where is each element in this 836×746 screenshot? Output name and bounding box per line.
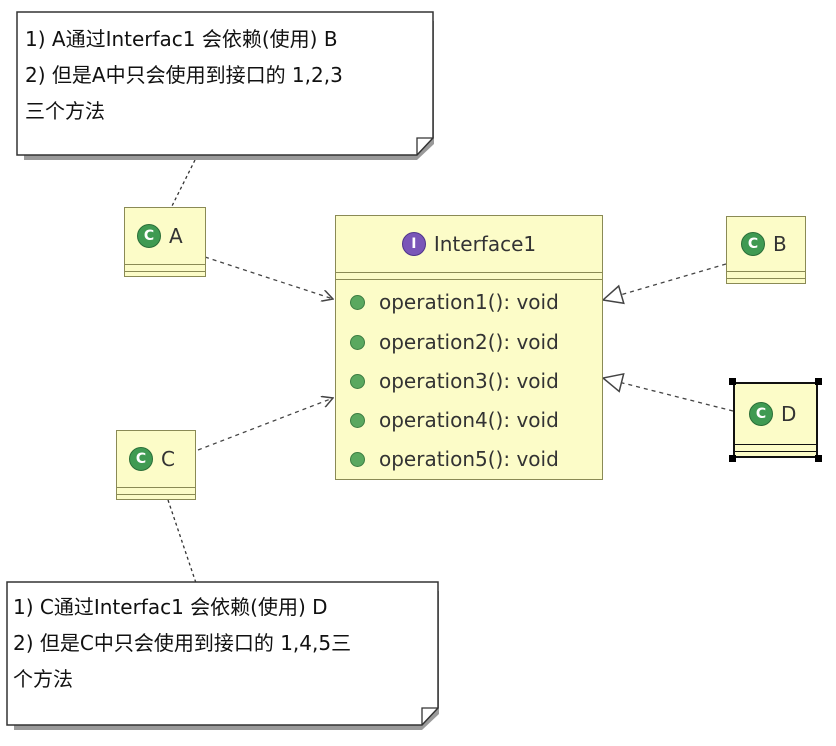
note-c-anchor bbox=[167, 499, 197, 584]
note-c-line-3: 个方法 bbox=[13, 667, 73, 691]
public-operation-icon bbox=[350, 294, 365, 310]
public-operation-icon bbox=[350, 334, 365, 350]
operation-label: operation2(): void bbox=[379, 330, 559, 354]
class-b[interactable]: C B bbox=[726, 216, 806, 284]
operation-row[interactable]: operation3(): void bbox=[336, 361, 602, 401]
note-a[interactable]: 1) A通过Interfac1 会依赖(使用) B 2) 但是A中只会使用到接口… bbox=[15, 10, 440, 160]
class-b-name: B bbox=[773, 232, 787, 256]
operation-row[interactable]: operation1(): void bbox=[336, 282, 602, 322]
note-a-line-1: 1) A通过Interfac1 会依赖(使用) B bbox=[25, 27, 338, 51]
selection-handle-top-left[interactable] bbox=[729, 378, 736, 385]
operation-label: operation1(): void bbox=[379, 290, 559, 314]
class-c[interactable]: C C bbox=[116, 430, 196, 500]
selection-handle-top-right[interactable] bbox=[815, 378, 822, 385]
note-a-anchor bbox=[171, 159, 196, 207]
operation-row[interactable]: operation4(): void bbox=[336, 400, 602, 440]
interface-icon: I bbox=[401, 232, 426, 256]
realization-d-to-interface bbox=[601, 372, 734, 412]
interface-interface1[interactable]: I Interface1 operation1(): void operatio… bbox=[335, 215, 603, 480]
dependency-a-to-interface bbox=[204, 256, 333, 299]
operation-label: operation3(): void bbox=[379, 369, 559, 393]
class-a-name: A bbox=[169, 224, 183, 248]
class-c-name: C bbox=[161, 447, 175, 471]
operation-row[interactable]: operation2(): void bbox=[336, 322, 602, 362]
public-operation-icon bbox=[350, 412, 365, 428]
operation-label: operation4(): void bbox=[379, 408, 559, 432]
operation-label: operation5(): void bbox=[379, 447, 559, 471]
note-a-line-2: 2) 但是A中只会使用到接口的 1,2,3 bbox=[25, 63, 343, 87]
note-a-line-3: 三个方法 bbox=[25, 99, 105, 123]
public-operation-icon bbox=[350, 451, 365, 467]
uml-class-diagram: 1) A通过Interfac1 会依赖(使用) B 2) 但是A中只会使用到接口… bbox=[0, 0, 836, 746]
note-c[interactable]: 1) C通过Interfac1 会依赖(使用) D 2) 但是C中只会使用到接口… bbox=[5, 580, 445, 730]
realization-b-to-interface bbox=[601, 263, 727, 305]
dependency-c-to-interface bbox=[197, 398, 333, 451]
public-operation-icon bbox=[350, 373, 365, 389]
interface-name: Interface1 bbox=[433, 232, 537, 256]
class-d-name: D bbox=[781, 402, 797, 426]
note-c-line-1: 1) C通过Interfac1 会依赖(使用) D bbox=[13, 595, 328, 619]
class-a[interactable]: C A bbox=[124, 207, 206, 277]
class-icon: C bbox=[749, 402, 773, 426]
class-d[interactable]: C D bbox=[733, 382, 818, 458]
class-icon: C bbox=[741, 232, 765, 256]
operation-row[interactable]: operation5(): void bbox=[336, 439, 602, 479]
class-icon: C bbox=[137, 224, 161, 248]
selection-handle-bottom-left[interactable] bbox=[729, 455, 736, 462]
note-c-line-2: 2) 但是C中只会使用到接口的 1,4,5三 bbox=[13, 631, 352, 655]
selection-handle-bottom-right[interactable] bbox=[815, 455, 822, 462]
class-icon: C bbox=[129, 447, 153, 471]
